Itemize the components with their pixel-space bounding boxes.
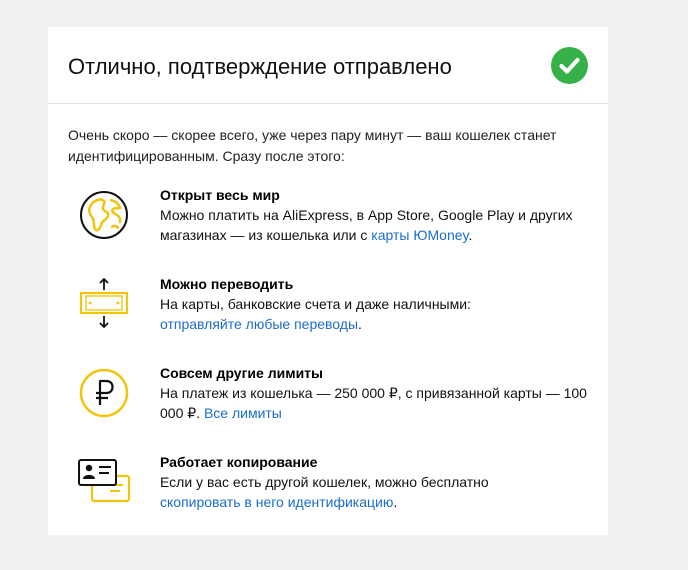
feature-link-line: скопировать в него идентификацию.: [160, 492, 600, 512]
feature-title: Работает копирование: [160, 454, 318, 470]
feature-text: Работает копирование Если у вас есть дру…: [160, 452, 600, 512]
feature-link-line: отправляйте любые переводы.: [160, 314, 600, 334]
yumoney-card-link[interactable]: карты ЮMoney: [371, 227, 468, 243]
intro-text: Очень скоро — скорее всего, уже через па…: [68, 127, 557, 164]
id-cards-icon: [76, 454, 132, 510]
check-circle-icon: [551, 47, 588, 84]
feature-text: Открыт весь мир Можно платить на AliExpr…: [160, 185, 600, 245]
feature-text: Можно переводить На карты, банковские сч…: [160, 274, 600, 334]
feature-title: Открыт весь мир: [160, 187, 280, 203]
feature-description: Если у вас есть другой кошелек, можно бе…: [160, 474, 489, 490]
feature-description: На карты, банковские счета и даже наличн…: [160, 296, 471, 312]
feature-description-end: .: [393, 494, 398, 510]
feature-description-end: .: [358, 316, 362, 332]
feature-title: Совсем другие лимиты: [160, 365, 323, 381]
all-limits-link[interactable]: Все лимиты: [204, 405, 282, 421]
page-title: Отлично, подтверждение отправлено: [68, 54, 452, 79]
feature-description-end: .: [468, 227, 473, 243]
copy-identification-link[interactable]: скопировать в него идентификацию: [160, 494, 393, 510]
confirmation-card: Отлично, подтверждение отправлено Очень …: [48, 27, 608, 535]
feature-title: Можно переводить: [160, 276, 294, 292]
feature-description-text: Можно платить на AliExpress, в App Store…: [160, 207, 573, 243]
feature-description: На платеж из кошелька — 250 000 ₽, с при…: [160, 383, 600, 423]
feature-description: Можно платить на AliExpress, в App Store…: [160, 205, 600, 245]
transfer-icon: [76, 276, 132, 332]
feature-text: Совсем другие лимиты На платеж из кошель…: [160, 363, 600, 423]
card-header: Отлично, подтверждение отправлено: [48, 27, 608, 104]
ruble-icon: [76, 365, 132, 421]
send-transfers-link[interactable]: отправляйте любые переводы: [160, 316, 358, 332]
globe-icon: [76, 187, 132, 243]
